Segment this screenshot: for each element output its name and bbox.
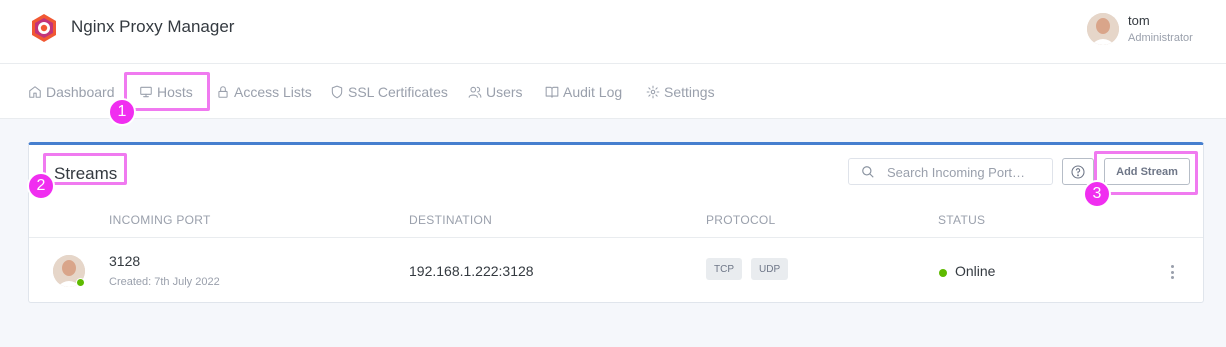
users-icon [468,86,482,98]
user-name[interactable]: tom [1128,13,1150,28]
column-header-status: STATUS [938,213,986,227]
book-icon [545,86,559,98]
user-avatar[interactable] [1087,13,1119,45]
protocol-tag-udp: UDP [751,258,789,280]
nav-item-ssl-certificates[interactable]: SSL Certificates [330,64,448,119]
nav-item-label: Access Lists [234,83,312,100]
nav-item-label: Settings [664,83,715,100]
streams-card: Streams Add Stream INCOMING PORT DESTINA… [28,142,1204,303]
more-options-icon[interactable] [1167,262,1177,282]
column-header-protocol: PROTOCOL [706,213,776,227]
user-role: Administrator [1128,32,1193,44]
nav-item-settings[interactable]: Settings [646,64,715,119]
nav-item-audit-log[interactable]: Audit Log [545,64,622,119]
search-field[interactable] [848,158,1053,185]
status-text: Online [955,263,996,279]
app-logo-icon[interactable] [30,13,58,43]
nav-item-access-lists[interactable]: Access Lists [216,64,312,119]
column-header-incoming-port: INCOMING PORT [109,213,211,227]
app-header: Nginx Proxy Manager tom Administrator [0,0,1226,64]
incoming-port: 3128 [109,253,141,269]
gear-icon [646,85,660,98]
nav-item-label: Users [486,83,523,100]
highlight-box-streams [43,153,127,185]
column-header-destination: DESTINATION [409,213,493,227]
annotation-badge-2: 2 [27,172,55,200]
annotation-badge-3: 3 [1083,180,1111,208]
protocol-tag-tcp: TCP [706,258,742,280]
search-input[interactable] [887,162,1047,182]
status-dot-icon [939,269,947,277]
search-icon [862,166,874,178]
created-date: Created: 7th July 2022 [109,276,220,288]
help-icon [1071,164,1085,179]
nav-item-label: Audit Log [563,83,623,100]
highlight-box-hosts [124,72,210,111]
lock-icon [218,85,228,98]
annotation-badge-1: 1 [108,98,136,126]
nav-item-users[interactable]: Users [468,64,523,119]
nav-item-label: Dashboard [46,83,115,100]
home-icon [29,85,41,98]
table-header-divider [29,237,1203,238]
destination: 192.168.1.222:3128 [409,263,534,279]
online-indicator-icon [76,278,85,287]
app-title[interactable]: Nginx Proxy Manager [71,17,234,37]
nav-item-label: SSL Certificates [348,83,448,100]
nav-item-dashboard[interactable]: Dashboard [28,64,115,119]
shield-icon [331,85,343,98]
